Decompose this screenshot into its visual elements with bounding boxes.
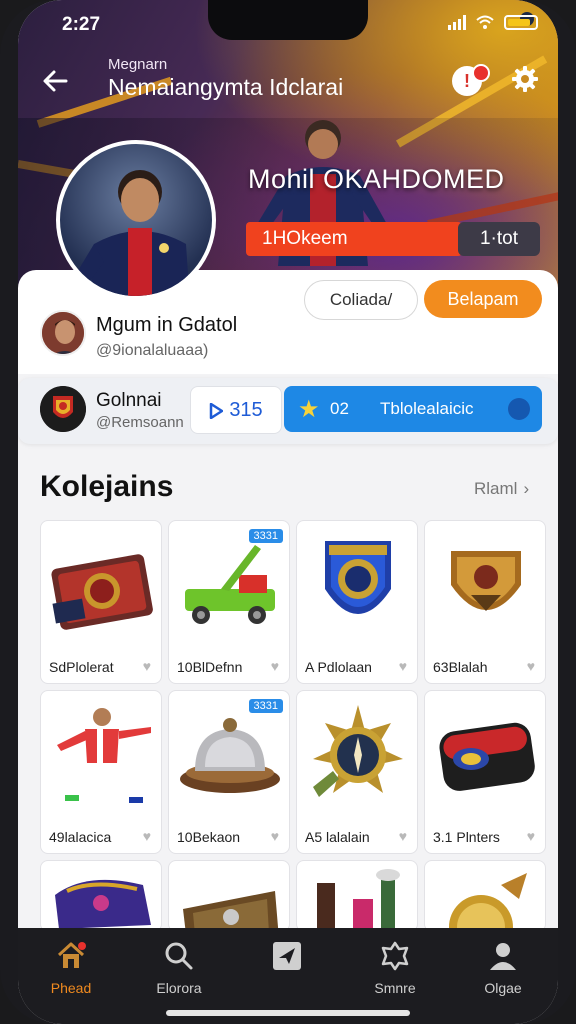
user-name: Mgum in Gdatol [96, 314, 238, 336]
send-icon [273, 942, 301, 970]
bottles-icon [317, 869, 400, 931]
collection-item[interactable]: A Pdlolaan ♥ [296, 520, 418, 684]
club-logo-icon[interactable] [40, 386, 86, 432]
red-case-icon [439, 722, 535, 791]
collection-grid: SdPlolerat ♥ 3331 10BlDefnn ♥ A Pdlolaan… [40, 520, 546, 932]
primary-action-button[interactable]: Belapam [424, 280, 542, 318]
club-handle: @Remsoann [96, 414, 184, 431]
nav-label: Elorora [156, 980, 202, 996]
phone-frame: 2:27 Megnarn Nemaiangymta Idclarai ! Moh… [0, 0, 576, 1024]
nav-profile[interactable]: Olgae [458, 940, 548, 996]
item-label: SdPlolerat [49, 659, 114, 675]
chevron-right-icon: › [523, 479, 530, 498]
collection-button[interactable]: Coliada/ [304, 280, 418, 320]
see-all-link[interactable]: Rlaml › [474, 479, 529, 499]
heart-icon[interactable]: ♥ [271, 828, 279, 844]
collection-item[interactable]: SdPlolerat ♥ [40, 520, 162, 684]
golden-ornament-icon [449, 873, 527, 931]
battery-icon [504, 14, 538, 30]
purple-cloth-icon [55, 879, 151, 929]
hero-player-name: Mohil OKAHDOMED [248, 164, 505, 194]
toggle-dot-icon [508, 398, 530, 420]
heart-icon[interactable]: ♥ [399, 828, 407, 844]
heart-icon[interactable]: ♥ [271, 658, 279, 674]
header-subtitle: Megnarn [108, 56, 168, 73]
nav-home[interactable]: Phead [26, 940, 116, 996]
heart-icon[interactable]: ♥ [527, 658, 535, 674]
wifi-icon [476, 15, 494, 29]
collection-item[interactable] [424, 860, 546, 932]
wooden-frame-icon [183, 891, 279, 931]
pill-number: 02 [330, 399, 349, 418]
shield-badge-icon [325, 541, 391, 614]
treasure-chest-icon [51, 554, 153, 630]
heart-icon[interactable]: ♥ [527, 828, 535, 844]
item-label: 10BlDefnn [177, 659, 243, 675]
collection-item[interactable] [168, 860, 290, 932]
page-title: Nemaiangymta Idclarai [108, 74, 344, 100]
item-label: 10Bekaon [177, 829, 241, 845]
toy-crane-truck-icon [185, 545, 275, 624]
golden-crest-icon [451, 551, 521, 611]
club-action-pill[interactable]: ★ 02 Tblolealaicic [284, 386, 542, 432]
nav-send[interactable] [242, 940, 332, 980]
star-icon: ★ [298, 396, 320, 423]
heart-icon[interactable]: ♥ [399, 658, 407, 674]
item-label: A5 lalalain [305, 829, 370, 845]
nav-store[interactable]: Smnre [350, 940, 440, 996]
heart-icon[interactable]: ♥ [143, 658, 151, 674]
user-handle: @9ionalaluaaa) [96, 342, 209, 359]
back-button[interactable] [40, 66, 72, 98]
item-label: 49lalacica [49, 829, 112, 845]
football-player-icon [57, 708, 151, 803]
play-count-button[interactable]: 315 [190, 386, 282, 434]
status-icons [448, 14, 538, 30]
camera-notch [208, 0, 534, 40]
item-label: A Pdlolaan [305, 659, 372, 675]
pill-text: Tblolealaicic [380, 399, 474, 418]
app-screen: 2:27 Megnarn Nemaiangymta Idclarai ! Moh… [18, 0, 558, 1024]
section-title: Kolejains [40, 470, 174, 503]
heart-icon[interactable]: ♥ [143, 828, 151, 844]
compass-medal-icon [313, 705, 403, 797]
signal-icon [448, 14, 466, 30]
club-name: Golnnai [96, 390, 162, 411]
collection-item[interactable]: 3331 10BlDefnn ♥ [168, 520, 290, 684]
avatar[interactable] [40, 310, 86, 356]
nav-explore[interactable]: Elorora [134, 940, 224, 996]
arrow-left-icon [43, 70, 68, 92]
collection-item[interactable]: 63Blalah ♥ [424, 520, 546, 684]
profile-icon [490, 943, 516, 970]
collection-item[interactable]: A5 lalalain ♥ [296, 690, 418, 854]
notification-badge [472, 64, 490, 82]
see-all-label: Rlaml [474, 479, 518, 498]
home-icon [57, 942, 86, 968]
collection-item[interactable]: 3.1 Plnters ♥ [424, 690, 546, 854]
play-icon [210, 402, 224, 419]
collection-item[interactable] [40, 860, 162, 932]
nav-label: Olgae [484, 980, 522, 996]
settings-button[interactable] [508, 64, 542, 98]
item-label: 3.1 Plnters [433, 829, 500, 845]
collection-item[interactable]: 3331 10Bekaon ♥ [168, 690, 290, 854]
home-indicator [166, 1010, 410, 1016]
item-label: 63Blalah [433, 659, 488, 675]
rank-bar: 1HOkeem [246, 222, 462, 256]
status-time: 2:27 [62, 14, 101, 35]
gear-icon [512, 66, 538, 92]
store-icon [381, 941, 409, 971]
play-count: 315 [229, 399, 263, 421]
nav-label: Smnre [374, 980, 416, 996]
collection-item[interactable] [296, 860, 418, 932]
bell-dome-icon [180, 718, 280, 793]
search-icon [165, 942, 193, 970]
nav-label: Phead [50, 980, 92, 996]
collection-item[interactable]: 49lalacica ♥ [40, 690, 162, 854]
rank-count: 1·tot [458, 222, 540, 256]
profile-avatar-large[interactable] [56, 140, 216, 300]
